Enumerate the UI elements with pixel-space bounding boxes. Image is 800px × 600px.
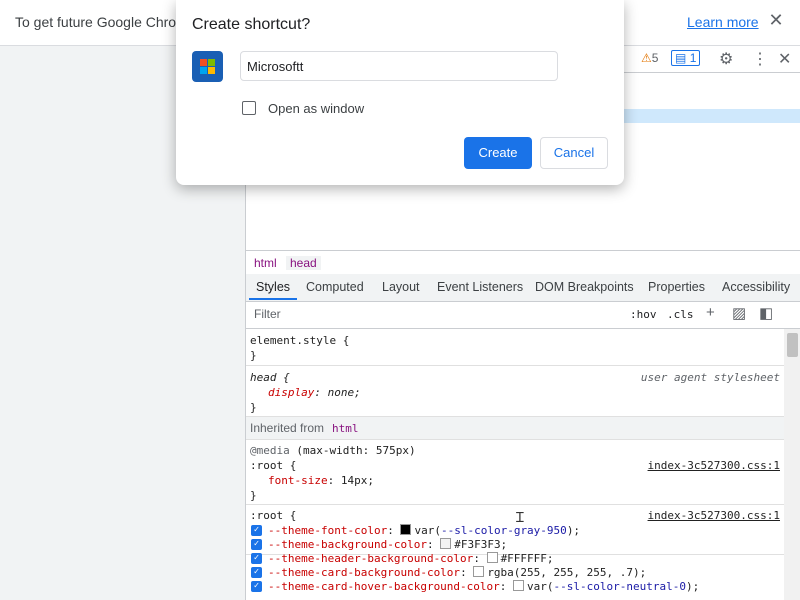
styles-pane: element.style { } head { user agent styl… bbox=[246, 329, 784, 600]
color-swatch[interactable] bbox=[513, 580, 525, 591]
close-icon[interactable]: ✕ bbox=[766, 10, 786, 31]
root-rule: :root { index-3c527300.css:1 ✓ --theme-f… bbox=[246, 504, 784, 600]
warning-count-badge[interactable]: ⚠5 bbox=[641, 51, 658, 65]
tab-layout[interactable]: Layout bbox=[382, 280, 420, 294]
cls-button[interactable]: .cls bbox=[667, 308, 694, 321]
inherited-label: Inherited from bbox=[250, 421, 325, 435]
rule-close: } bbox=[250, 349, 257, 362]
color-swatch[interactable] bbox=[400, 524, 412, 535]
declaration[interactable]: font-size: 14px; bbox=[268, 474, 374, 487]
element-style-selector[interactable]: element.style { bbox=[250, 334, 349, 347]
breadcrumb-head[interactable]: head bbox=[286, 256, 321, 270]
active-tab-indicator bbox=[249, 298, 297, 300]
toggle-sidebar-icon[interactable]: ◧ bbox=[759, 304, 773, 322]
scrollbar-thumb[interactable] bbox=[787, 333, 798, 357]
tab-styles[interactable]: Styles bbox=[256, 280, 290, 294]
new-style-rule-icon[interactable]: + bbox=[706, 304, 715, 321]
element-style-rule: element.style { } bbox=[246, 329, 784, 366]
shortcut-name-input[interactable] bbox=[240, 51, 558, 81]
message-count-badge[interactable]: ▤ 1 bbox=[671, 50, 701, 66]
tab-properties[interactable]: Properties bbox=[648, 280, 705, 294]
create-button[interactable]: Create bbox=[464, 137, 532, 169]
root-selector[interactable]: :root { bbox=[250, 509, 296, 522]
text-cursor-icon: Ɪ bbox=[516, 509, 524, 525]
color-swatch[interactable] bbox=[473, 566, 485, 577]
cancel-button[interactable]: Cancel bbox=[540, 137, 608, 169]
color-swatch[interactable] bbox=[440, 538, 452, 549]
declaration[interactable]: --theme-card-hover-background-color: var… bbox=[268, 580, 699, 593]
tab-dom-breakpoints[interactable]: DOM Breakpoints bbox=[535, 280, 634, 294]
declaration-checkbox[interactable]: ✓ bbox=[251, 553, 262, 564]
styles-filter-bar: :hov .cls + ▨ ◧ bbox=[246, 302, 800, 329]
close-devtools-icon[interactable]: ✕ bbox=[778, 49, 791, 69]
declaration-checkbox[interactable]: ✓ bbox=[251, 567, 262, 578]
rule-source-link[interactable]: index-3c527300.css:1 bbox=[648, 509, 780, 522]
head-rule: head { user agent stylesheet display: no… bbox=[246, 366, 784, 417]
color-swatch[interactable] bbox=[486, 552, 498, 563]
declaration[interactable]: --theme-font-color: var(--sl-color-gray-… bbox=[268, 524, 580, 537]
media-query: @media (max-width: 575px) bbox=[250, 444, 416, 457]
styles-tabbar: Styles Computed Layout Event Listeners D… bbox=[246, 274, 800, 302]
open-as-window-checkbox[interactable] bbox=[242, 101, 256, 115]
dialog-title: Create shortcut? bbox=[192, 16, 311, 33]
filter-input[interactable] bbox=[250, 305, 628, 323]
breadcrumb-html[interactable]: html bbox=[250, 256, 281, 270]
declaration-checkbox[interactable]: ✓ bbox=[251, 539, 262, 550]
breadcrumb: html head bbox=[246, 250, 800, 275]
tab-event-listeners[interactable]: Event Listeners bbox=[437, 280, 523, 294]
paint-icon[interactable]: ▨ bbox=[732, 304, 746, 322]
root-selector[interactable]: :root { bbox=[250, 459, 296, 472]
message-icon: ▤ bbox=[675, 51, 687, 65]
microsoft-store-icon bbox=[192, 51, 223, 82]
declaration[interactable]: display: none; bbox=[268, 386, 361, 399]
styles-scrollbar[interactable] bbox=[784, 329, 800, 600]
open-as-window-label[interactable]: Open as window bbox=[268, 101, 364, 116]
create-shortcut-dialog: Create shortcut? Open as window Create C… bbox=[176, 0, 624, 185]
inherited-tag[interactable]: html bbox=[332, 422, 359, 435]
rule-close: } bbox=[250, 489, 257, 502]
more-options-icon[interactable]: ⋮ bbox=[752, 49, 768, 69]
declaration[interactable]: --theme-card-background-color: rgba(255,… bbox=[268, 566, 646, 579]
rule-source: user agent stylesheet bbox=[640, 371, 780, 384]
warning-icon: ⚠ bbox=[641, 51, 652, 65]
declaration[interactable]: --theme-background-color: #F3F3F3; bbox=[268, 538, 507, 551]
inherited-from-header: Inherited from html bbox=[246, 417, 784, 440]
declaration[interactable]: --theme-header-background-color: #FFFFFF… bbox=[268, 552, 554, 565]
head-selector[interactable]: head { bbox=[250, 371, 290, 384]
gear-icon[interactable]: ⚙ bbox=[719, 49, 733, 69]
tab-accessibility[interactable]: Accessibility bbox=[722, 280, 790, 294]
hov-button[interactable]: :hov bbox=[630, 308, 657, 321]
learn-more-link[interactable]: Learn more bbox=[687, 14, 759, 30]
rule-source-link[interactable]: index-3c527300.css:1 bbox=[648, 459, 780, 472]
declaration-checkbox[interactable]: ✓ bbox=[251, 581, 262, 592]
tab-computed[interactable]: Computed bbox=[306, 280, 364, 294]
infobar-message: To get future Google Chrom bbox=[15, 14, 188, 30]
declaration-checkbox[interactable]: ✓ bbox=[251, 525, 262, 536]
rule-close: } bbox=[250, 401, 257, 414]
